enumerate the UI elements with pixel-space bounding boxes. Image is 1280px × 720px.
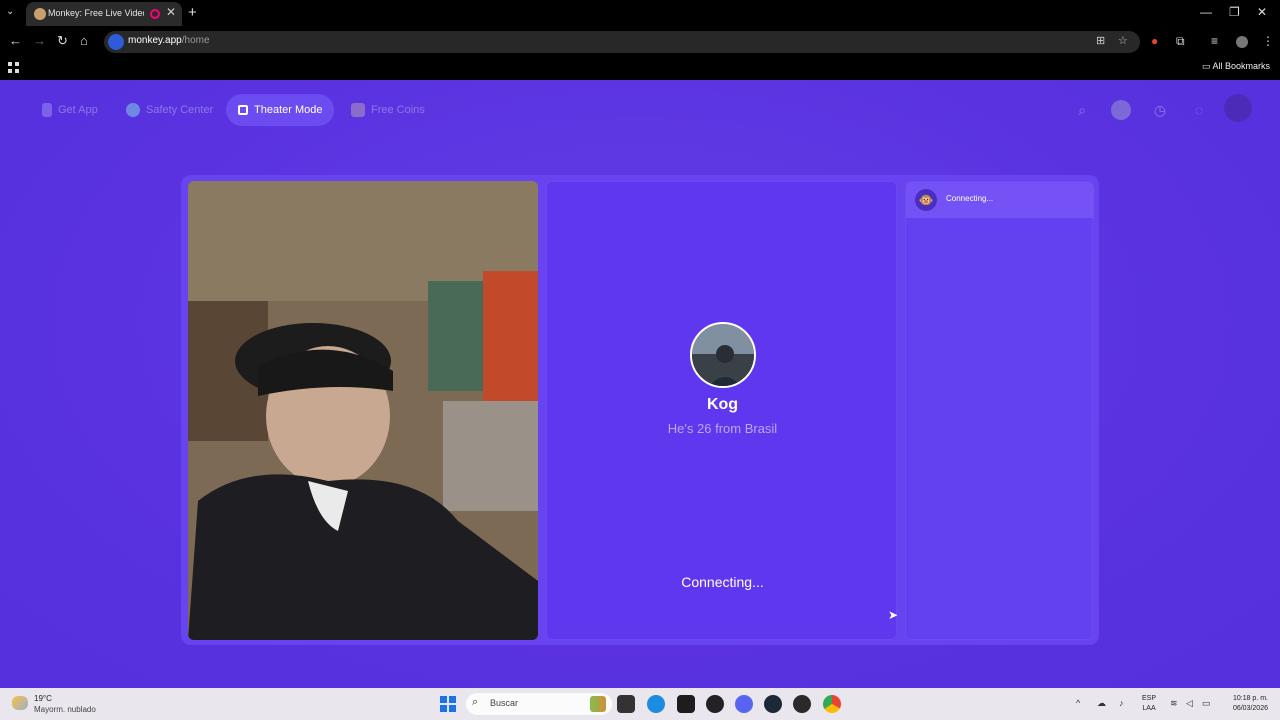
partner-name: Kog [706,396,739,413]
volume-icon[interactable]: ◁ [1186,698,1193,709]
mic-icon[interactable]: ♪ [1119,698,1124,708]
tab-close-icon[interactable]: ✕ [166,5,176,19]
monkey-page: Get App Safety Center Theater Mode Free … [0,80,1280,688]
file-explorer-icon[interactable] [617,695,635,713]
taskbar-search[interactable]: ⌕ Buscar [466,693,612,715]
search-icon[interactable]: ⌕ [1072,100,1092,120]
search-label: Buscar [490,698,519,708]
history-clock-icon[interactable]: ◷ [1150,100,1170,120]
extensions-puzzle-icon[interactable]: ⧉ [1176,34,1185,49]
battery-icon[interactable]: ▭ [1202,698,1211,709]
start-icon[interactable] [440,696,456,712]
mouse-cursor-icon: ➤ [888,608,899,622]
profile-avatar[interactable] [1236,36,1248,48]
new-tab-button[interactable]: + [188,4,197,21]
partner-info: He's 26 from Brasil [667,421,778,436]
weather-temp: 19°C [34,694,52,703]
lang-layout: LAA [1142,705,1156,712]
safety-center-button[interactable]: Safety Center [114,94,225,126]
lang-code: ESP [1142,695,1157,702]
theater-mode-label: Theater Mode [254,104,323,116]
back-icon[interactable]: ← [9,33,22,48]
edge-icon[interactable] [647,695,665,713]
bookmarks-bar: ▭ All Bookmarks [0,56,1280,80]
minimize-icon[interactable]: — [1200,5,1212,19]
discord-icon[interactable] [735,695,753,713]
bookmark-star-icon[interactable]: ☆ [1118,34,1128,47]
chat-status: Connecting... [946,194,994,203]
terminal-icon[interactable] [677,695,695,713]
restore-icon[interactable]: ❐ [1229,5,1240,19]
camera-feed-image [188,181,538,640]
steam-icon[interactable] [764,695,782,713]
safety-center-label: Safety Center [146,104,214,116]
browser-tab-strip: ⌄ Monkey: Free Live Video Ch ✕ + — ❐ ✕ [0,0,1280,28]
clock-time: 10:18 p. m. [1232,695,1268,702]
monkey-icon: 🐵 [915,189,937,211]
theater-mode-button[interactable]: Theater Mode [226,94,335,126]
weather-desc: Mayorm. nublado [34,705,96,714]
connecting-status: Connecting... [681,574,764,590]
user-avatar[interactable] [1224,94,1252,122]
forward-icon[interactable]: → [33,33,46,48]
browser-toolbar: ← → ↻ ⌂ monkey.app/home ⊞ ☆ ● ⧉ ≡ ⋮ [0,28,1280,56]
onedrive-icon[interactable]: ☁ [1097,698,1106,709]
shield-icon [126,103,140,117]
weather-icon[interactable] [12,696,28,710]
chrome-icon[interactable] [823,695,841,713]
search-icon: ⌕ [472,696,479,708]
get-app-label: Get App [58,104,98,116]
clock[interactable]: 10:18 p. m. 06/03/2026 [1222,694,1268,714]
menu-icon[interactable]: ⋮ [1262,34,1274,48]
wifi-icon[interactable]: ≋ [1170,698,1178,709]
coin-avatar-icon[interactable] [1111,100,1131,120]
chat-bubble-icon[interactable]: ◌ [1189,100,1209,120]
all-bookmarks-link[interactable]: ▭ All Bookmarks [1202,61,1270,72]
home-icon[interactable]: ⌂ [80,33,88,48]
chatgpt-icon[interactable] [706,695,724,713]
phone-icon [42,103,52,117]
translate-icon[interactable]: ⊞ [1096,34,1105,47]
tab-search-icon[interactable]: ⌄ [6,6,14,17]
chat-header: 🐵 Connecting... [906,182,1094,218]
app-icon[interactable] [793,695,811,713]
get-app-button[interactable]: Get App [30,94,110,126]
language-indicator[interactable]: ESP LAA [1142,694,1156,714]
extension-icon[interactable]: ● [1151,34,1158,48]
coins-icon [351,103,365,117]
browser-tab[interactable]: Monkey: Free Live Video Ch ✕ [26,2,182,26]
site-info-icon[interactable] [108,34,124,50]
expand-icon [238,105,248,115]
self-camera-video [188,181,538,640]
tab-title: Monkey: Free Live Video Ch [48,8,144,18]
tray-chevron-icon[interactable]: ^ [1076,698,1080,708]
recording-icon [150,9,160,19]
url-text: monkey.app/home [128,35,210,46]
free-coins-label: Free Coins [371,104,425,116]
window-close-icon[interactable]: ✕ [1257,5,1267,19]
partner-photo [692,324,754,386]
reload-icon[interactable]: ↻ [57,33,68,49]
address-bar[interactable]: monkey.app/home ⊞ ☆ [104,31,1140,53]
clock-date: 06/03/2026 [1232,705,1268,712]
partner-panel: Kog He's 26 from Brasil Connecting... [546,181,897,640]
chat-panel: 🐵 Connecting... [905,181,1094,640]
monkey-favicon-icon [34,8,46,20]
free-coins-button[interactable]: Free Coins [339,94,437,126]
windows-taskbar: 19°C Mayorm. nublado ⌕ Buscar ^ ☁ ♪ ESP … [0,688,1280,720]
apps-grid-icon[interactable] [8,62,19,73]
partner-avatar [690,322,756,388]
media-control-icon[interactable]: ≡ [1211,34,1218,48]
search-highlight-icon [590,696,606,712]
